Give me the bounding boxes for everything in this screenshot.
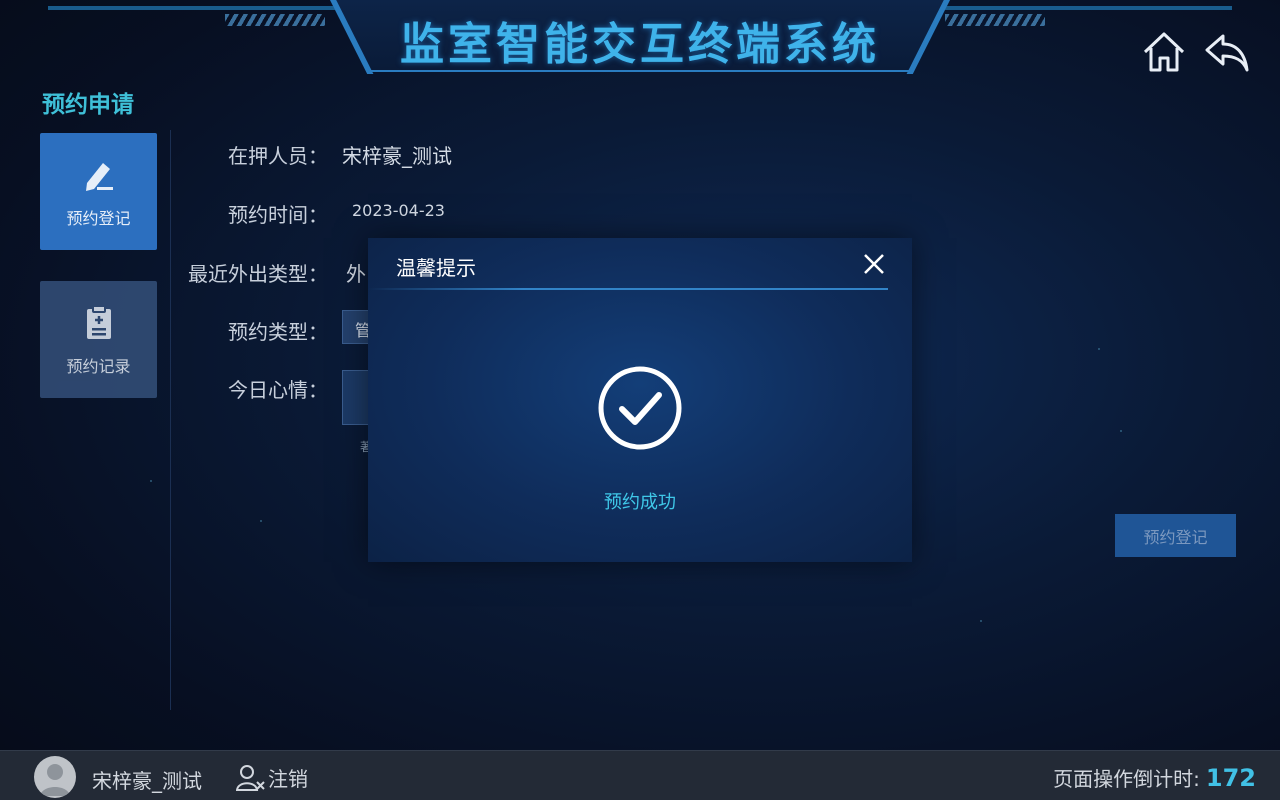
success-dialog: 温馨提示 预约成功 [368, 238, 912, 562]
countdown-label: 页面操作倒计时: [1053, 767, 1200, 791]
date-value[interactable]: 2023-04-23 [352, 201, 445, 220]
avatar [34, 756, 76, 798]
sidebar-item-label: 预约登记 [66, 208, 131, 228]
last-out-type-value: 外 [346, 262, 366, 286]
detainee-value: 宋梓豪_测试 [342, 144, 452, 168]
type-label: 预约类型： [228, 320, 328, 344]
pen-icon [85, 162, 113, 191]
dialog-title: 温馨提示 [396, 256, 476, 280]
dialog-divider [368, 288, 888, 290]
submit-button[interactable]: 预约登记 [1115, 514, 1236, 557]
sidebar-item-label: 预约记录 [66, 356, 131, 376]
app-title: 监室智能交互终端系统 [400, 19, 880, 70]
success-message: 预约成功 [604, 492, 676, 513]
footer: 宋梓豪_测试 注销 页面操作倒计时: 172 [0, 750, 1280, 800]
back-icon[interactable] [1203, 28, 1251, 76]
user-remove-icon [236, 764, 265, 791]
check-circle-icon [597, 365, 683, 451]
logout-button[interactable]: 注销 [236, 763, 308, 792]
detainee-label: 在押人员： [228, 144, 328, 168]
last-out-type-label: 最近外出类型： [188, 262, 328, 286]
countdown: 页面操作倒计时: 172 [1053, 763, 1256, 792]
sidebar-item-register[interactable]: 预约登记 [40, 133, 157, 250]
sidebar-item-records[interactable]: 预约记录 [40, 281, 157, 398]
date-label: 预约时间： [228, 203, 328, 227]
section-title: 预约申请 [42, 92, 134, 118]
mood-label: 今日心情： [228, 378, 328, 402]
countdown-value: 172 [1205, 764, 1256, 792]
home-icon[interactable] [1140, 28, 1188, 76]
clipboard-icon [86, 304, 111, 339]
user-name: 宋梓豪_测试 [92, 769, 202, 793]
header: 监室智能交互终端系统 [0, 0, 1280, 80]
close-icon[interactable] [862, 252, 886, 276]
logout-label: 注销 [268, 767, 308, 791]
